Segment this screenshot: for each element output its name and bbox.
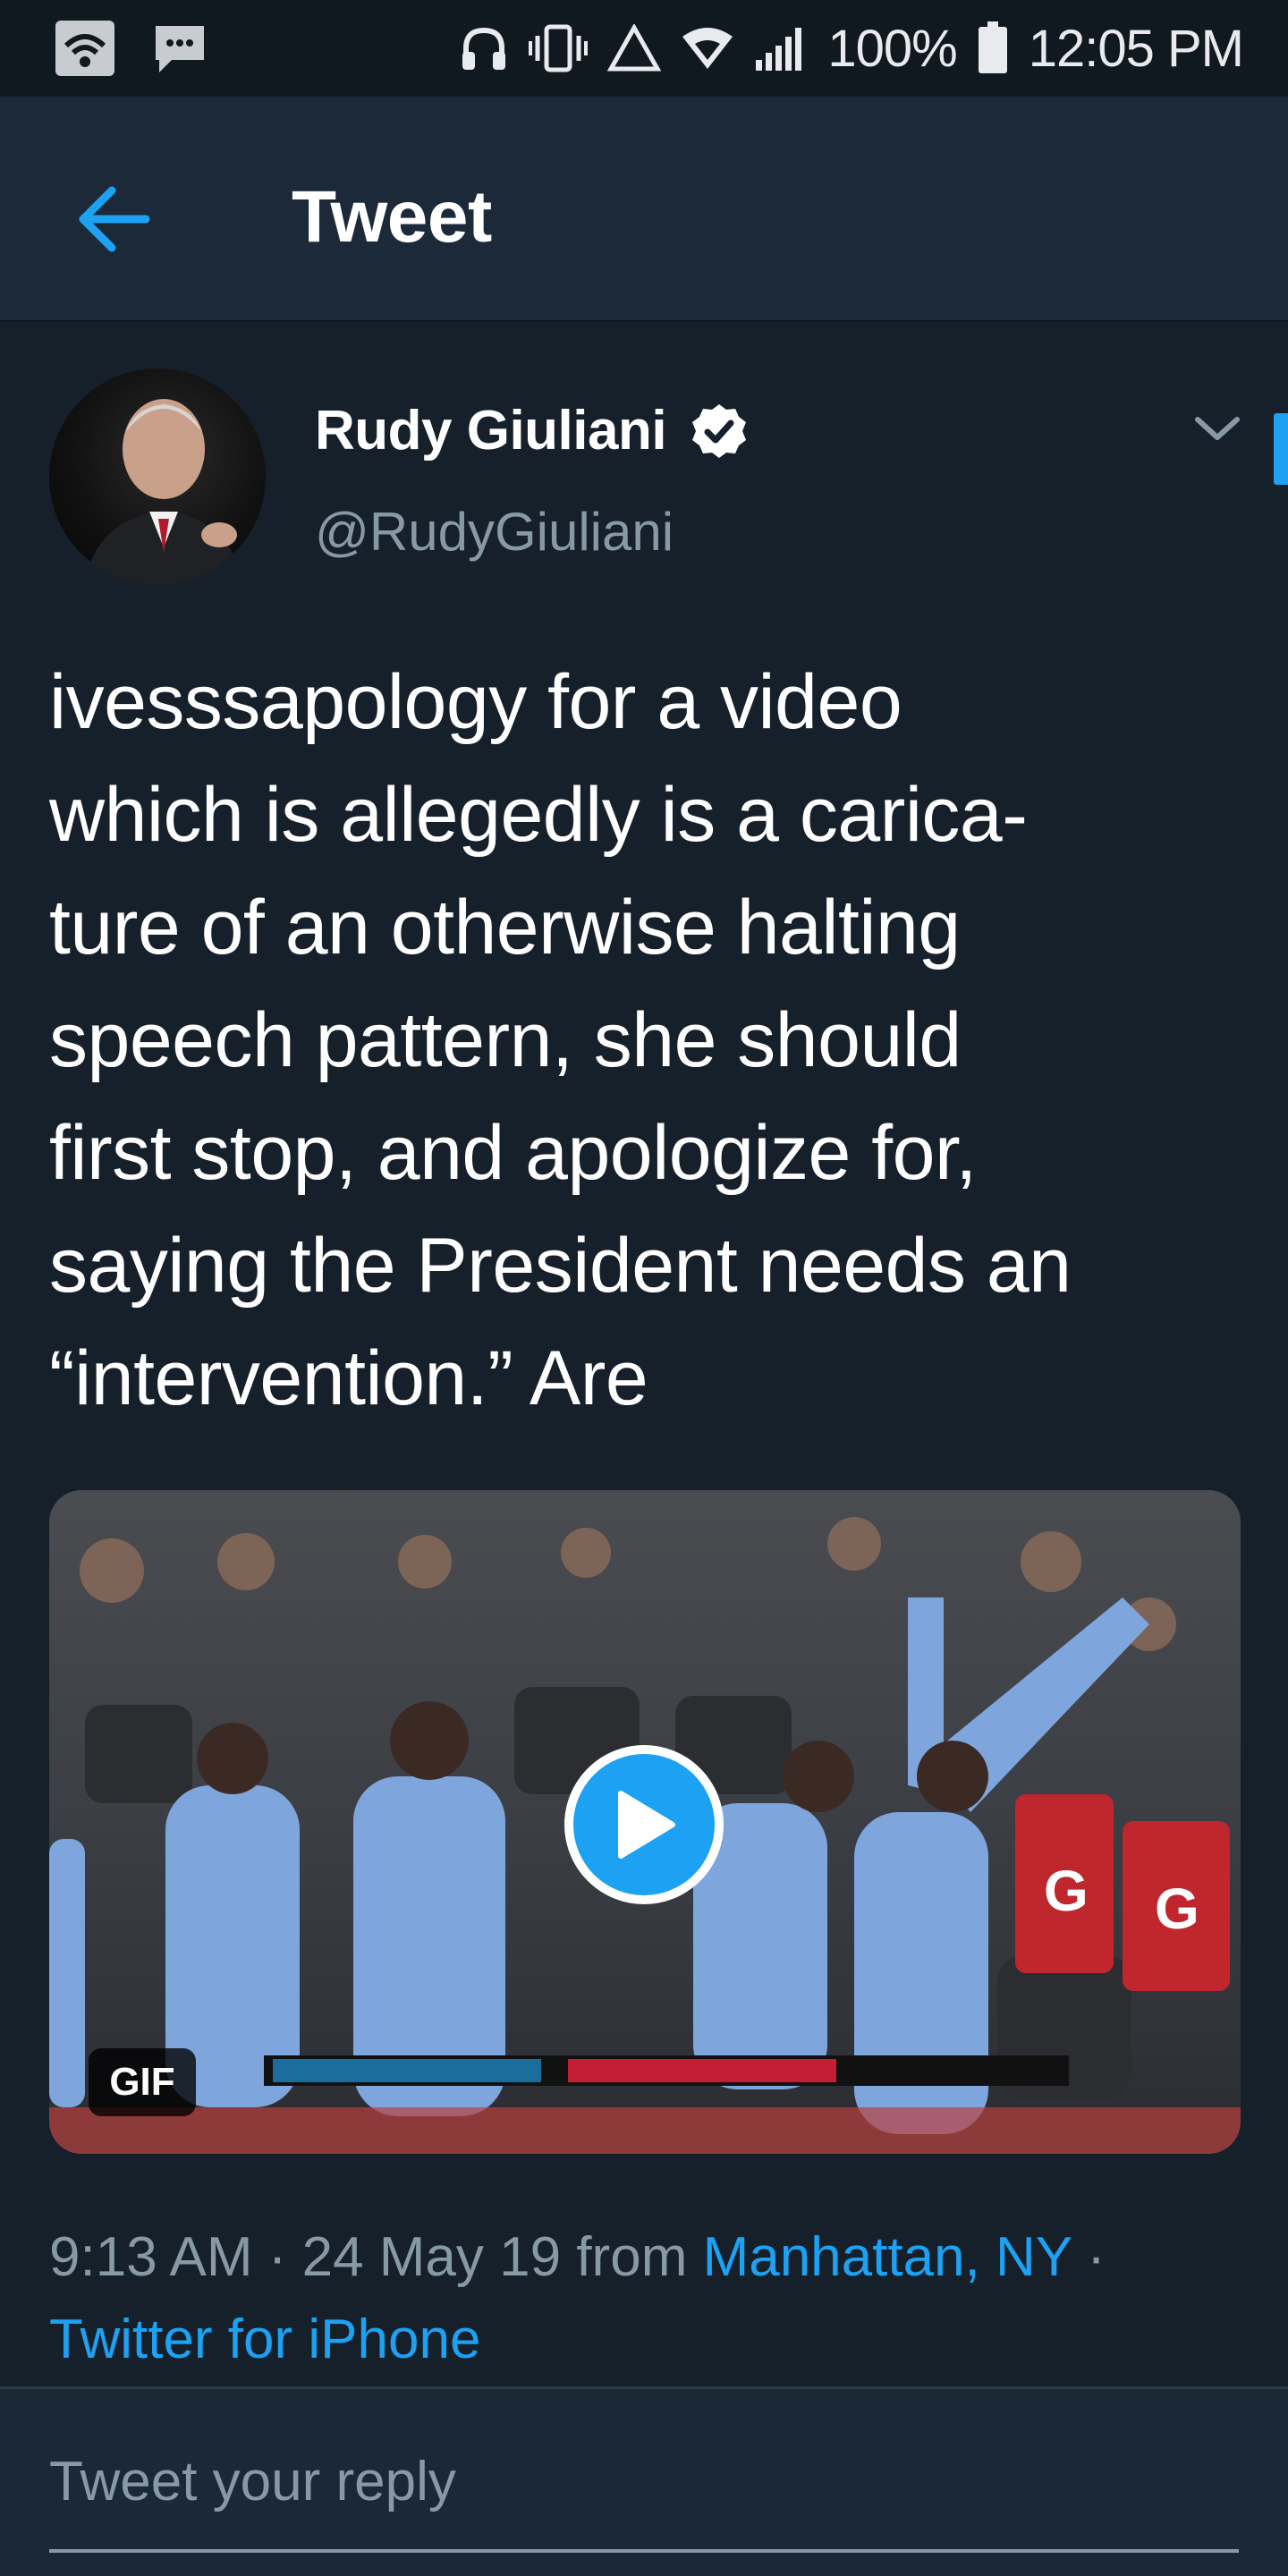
meta-separator-2: · xyxy=(1072,2226,1106,2288)
tweet-text: ivesssapology for a video which is alleg… xyxy=(49,659,1072,1421)
wifi-icon xyxy=(681,26,734,71)
tweet-date: 24 May 19 xyxy=(301,2226,562,2288)
location-link[interactable]: Manhattan, NY xyxy=(703,2226,1072,2288)
status-time: 12:05 PM xyxy=(1028,19,1244,78)
play-icon xyxy=(618,1791,675,1859)
vibrate-icon xyxy=(529,23,589,73)
headphones-icon xyxy=(459,23,509,73)
back-button[interactable] xyxy=(64,170,163,268)
play-button[interactable] xyxy=(564,1745,724,1904)
source-link[interactable]: Twitter for iPhone xyxy=(49,2309,480,2370)
tweet-media-gif[interactable]: G G GIF xyxy=(49,1490,1241,2154)
page-title: Tweet xyxy=(292,176,492,258)
svg-text:G: G xyxy=(1155,1877,1199,1941)
app-header: Tweet xyxy=(0,97,1288,322)
back-arrow-icon xyxy=(79,186,150,252)
tweet-menu-button[interactable] xyxy=(1190,401,1245,456)
signal-bars-icon xyxy=(754,24,808,72)
wifi-box-icon xyxy=(54,19,116,78)
warning-triangle-icon xyxy=(607,24,662,72)
tweet-time: 9:13 AM xyxy=(49,2226,253,2288)
chat-bubble-icon xyxy=(150,21,209,76)
author-handle[interactable]: @RudyGiuliani xyxy=(315,501,674,563)
meta-from: from xyxy=(561,2226,703,2288)
reply-input-underline xyxy=(49,2549,1239,2553)
battery-icon xyxy=(977,21,1009,75)
author-name[interactable]: Rudy Giuliani xyxy=(315,399,667,462)
chevron-down-icon xyxy=(1195,417,1240,440)
gif-badge: GIF xyxy=(89,2048,196,2116)
reply-input[interactable] xyxy=(49,2440,1239,2522)
edge-panel-handle[interactable] xyxy=(1274,413,1288,485)
verified-badge-icon xyxy=(692,404,746,458)
avatar[interactable] xyxy=(49,369,266,585)
svg-text:G: G xyxy=(1044,1859,1089,1923)
status-bar: 100% 12:05 PM xyxy=(0,0,1288,97)
meta-separator: · xyxy=(252,2226,302,2288)
battery-percent: 100% xyxy=(827,19,957,78)
tweet-meta: 9:13 AM · 24 May 19 from Manhattan, NY ·… xyxy=(49,2216,1266,2381)
